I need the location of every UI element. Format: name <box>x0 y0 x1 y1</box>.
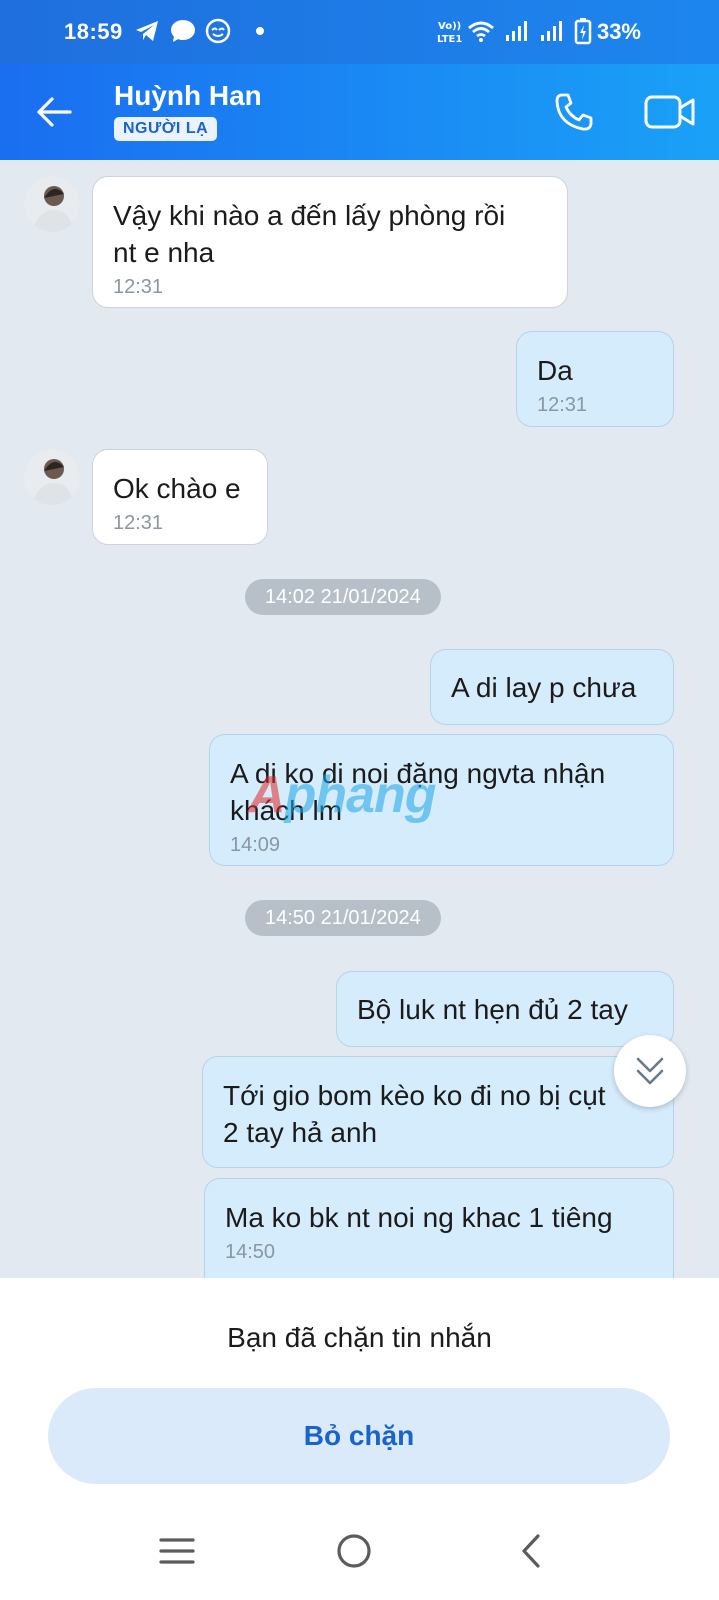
status-bar: 18:59 Vo)) LTE1 33% <box>0 0 719 64</box>
status-time: 18:59 <box>64 19 123 44</box>
svg-text:Vo)): Vo)) <box>438 21 461 32</box>
message-text: 2 tay hả anh <box>223 1117 378 1148</box>
messenger-icon <box>170 18 196 44</box>
message-bubble-incoming[interactable]: Ok chào e 12:31 <box>92 449 268 545</box>
message-bubble-outgoing[interactable]: Bộ luk nt hẹn đủ 2 tay <box>336 971 674 1047</box>
double-chevron-down-icon <box>634 1053 666 1094</box>
chat-area[interactable]: Vậy khi nào a đến lấy phòng rồi nt e nha… <box>0 160 719 1278</box>
contact-name[interactable]: Huỳnh Han <box>114 80 262 112</box>
stranger-badge: NGƯỜI LẠ <box>114 117 218 141</box>
date-separator: 14:02 21/01/2024 <box>245 579 441 615</box>
unblock-button[interactable]: Bỏ chặn <box>48 1388 670 1484</box>
telegram-icon <box>134 18 160 44</box>
wifi-icon <box>467 18 495 44</box>
message-text: Vậy khi nào a đến lấy phòng rồi <box>113 200 506 231</box>
message-text: Bộ luk nt hẹn đủ 2 tay <box>357 994 628 1025</box>
message-bubble-outgoing[interactable]: Ma ko bk nt noi ng khac 1 tiêng 14:50 <box>204 1178 674 1278</box>
message-bubble-incoming[interactable]: Vậy khi nào a đến lấy phòng rồi nt e nha… <box>92 176 568 308</box>
message-bubble-outgoing[interactable]: Tới gio bom kèo ko đi no bị cụt 2 tay hả… <box>202 1056 674 1168</box>
back-arrow-icon[interactable] <box>34 92 74 132</box>
dot-icon <box>255 18 265 44</box>
scroll-to-bottom-button[interactable] <box>614 1035 686 1107</box>
date-separator: 14:50 21/01/2024 <box>245 900 441 936</box>
message-time: 12:31 <box>537 394 588 416</box>
menu-icon[interactable] <box>158 1532 196 1575</box>
video-icon[interactable] <box>644 92 696 132</box>
home-circle-icon[interactable] <box>335 1532 373 1575</box>
message-text: Ok chào e <box>113 473 241 504</box>
volte-icon: Vo)) LTE1 <box>436 18 462 44</box>
signal-icon <box>504 18 528 44</box>
smiley-icon <box>205 18 231 44</box>
watermark-logo: Aphang <box>248 766 437 824</box>
phone-icon[interactable] <box>552 90 596 134</box>
svg-text:LTE1: LTE1 <box>437 34 462 44</box>
back-chevron-icon[interactable] <box>512 1532 550 1575</box>
message-time: 12:31 <box>113 512 164 534</box>
message-time: 14:50 <box>225 1241 276 1263</box>
chat-header: Huỳnh Han NGƯỜI LẠ <box>0 64 719 160</box>
battery-charging-icon <box>574 18 592 45</box>
avatar[interactable] <box>24 176 80 232</box>
system-nav-bar <box>0 1510 719 1600</box>
message-text: Da <box>537 355 573 386</box>
message-time: 14:09 <box>230 834 281 856</box>
battery-percent: 33% <box>596 19 641 44</box>
message-time: 12:31 <box>113 276 164 298</box>
message-bubble-outgoing[interactable]: A di lay p chưa <box>430 649 674 725</box>
message-text: Tới gio bom kèo ko đi no bị cụt <box>223 1080 606 1111</box>
blocked-message: Bạn đã chặn tin nhắn <box>227 1322 492 1353</box>
avatar[interactable] <box>24 449 80 505</box>
message-text: A di lay p chưa <box>451 672 637 703</box>
message-text: Ma ko bk nt noi ng khac 1 tiêng <box>225 1202 613 1233</box>
message-bubble-outgoing[interactable]: Da 12:31 <box>516 331 674 427</box>
blocked-panel: Bạn đã chặn tin nhắn Bỏ chặn <box>0 1278 719 1600</box>
message-text: nt e nha <box>113 237 215 268</box>
signal-icon <box>539 18 563 44</box>
